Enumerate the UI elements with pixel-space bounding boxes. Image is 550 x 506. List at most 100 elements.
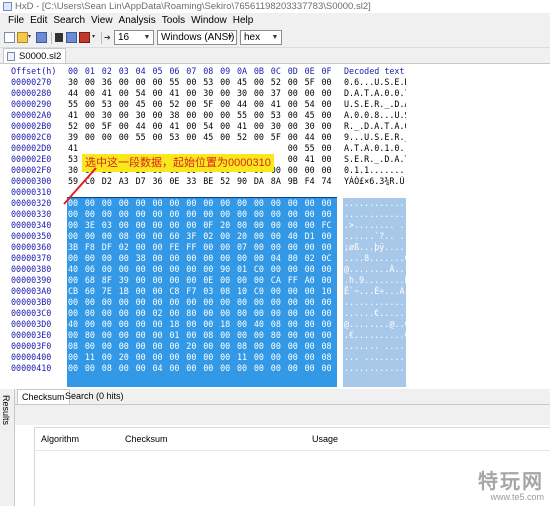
byte-cell[interactable]: 00 [186,198,201,209]
byte-cell[interactable]: 53 [203,77,218,88]
byte-cell[interactable]: 00 [254,231,269,242]
byte-cell[interactable]: 00 [288,110,303,121]
byte-cell[interactable]: 00 [68,297,83,308]
byte-cell[interactable]: 37 [271,88,286,99]
byte-cell[interactable]: 00 [169,363,184,374]
byte-cell[interactable]: 00 [85,363,100,374]
byte-cell[interactable]: 00 [322,319,337,330]
byte-cell[interactable]: 00 [102,319,117,330]
byte-cell[interactable]: 00 [153,88,168,99]
byte-cell[interactable]: 53 [169,132,184,143]
byte-cell[interactable]: 00 [169,209,184,220]
byte-cell[interactable]: A0 [305,275,320,286]
byte-cell[interactable]: 55 [136,132,151,143]
byte-cell[interactable]: 00 [322,154,337,165]
column-usage[interactable]: Usage [312,428,338,450]
byte-cell[interactable]: 00 [271,231,286,242]
byte-cell[interactable]: 00 [220,121,235,132]
byte-cell[interactable]: 00 [153,242,168,253]
byte-cell[interactable]: C8 [169,286,184,297]
byte-cell[interactable]: 00 [85,319,100,330]
byte-cell[interactable]: 00 [322,132,337,143]
byte-cell[interactable]: 00 [305,286,320,297]
byte-cell[interactable]: 00 [305,352,320,363]
byte-cell[interactable]: FF [186,242,201,253]
byte-cell[interactable]: 00 [220,110,235,121]
byte-cell[interactable]: 41 [68,143,83,154]
byte-cell[interactable]: 00 [322,99,337,110]
menu-search[interactable]: Search [50,13,88,29]
byte-cell[interactable]: 00 [305,341,320,352]
byte-cell[interactable]: 00 [254,220,269,231]
byte-cell[interactable]: 00 [153,253,168,264]
byte-cell[interactable]: 00 [254,275,269,286]
byte-cell[interactable]: 1B [119,286,134,297]
byte-cell[interactable]: FF [288,275,303,286]
byte-cell[interactable]: 00 [203,198,218,209]
byte-cell[interactable]: 00 [136,352,151,363]
byte-cell[interactable]: 00 [288,264,303,275]
byte-cell[interactable]: 00 [203,110,218,121]
byte-cell[interactable]: 00 [169,352,184,363]
byte-cell[interactable]: 00 [119,132,134,143]
byte-cell[interactable]: 00 [85,99,100,110]
byte-cell[interactable]: 00 [136,242,151,253]
decoded-text[interactable]: A.0.0.8...U.S.E. [344,110,406,121]
byte-cell[interactable]: 20 [237,231,252,242]
byte-cell[interactable]: 00 [153,77,168,88]
byte-cell[interactable]: 00 [305,88,320,99]
byte-cell[interactable]: 00 [85,209,100,220]
byte-cell[interactable]: 00 [220,88,235,99]
byte-cell[interactable]: 00 [119,99,134,110]
decoded-text[interactable]: ....... ........ [344,341,406,352]
byte-cell[interactable]: 3F [186,231,201,242]
byte-cell[interactable]: 00 [85,308,100,319]
byte-cell[interactable]: 00 [153,121,168,132]
byte-cell[interactable]: 00 [305,165,320,176]
byte-cell[interactable]: 30 [136,110,151,121]
byte-cell[interactable]: 44 [68,88,83,99]
byte-cell[interactable]: 3B [68,242,83,253]
byte-cell[interactable]: F7 [186,286,201,297]
byte-cell[interactable]: 00 [119,264,134,275]
byte-cell[interactable]: A3 [119,176,134,187]
byte-cell[interactable]: 08 [203,330,218,341]
byte-cell[interactable]: 00 [220,231,235,242]
open-folder-icon[interactable] [17,32,28,43]
byte-cell[interactable]: 08 [102,363,117,374]
byte-cell[interactable]: 00 [254,99,269,110]
menu-edit[interactable]: Edit [27,13,50,29]
decoded-text[interactable]: 0.1.1........... [344,165,406,176]
byte-cell[interactable]: 00 [305,297,320,308]
byte-cell[interactable]: 00 [169,308,184,319]
byte-cell[interactable]: 00 [305,264,320,275]
byte-cell[interactable]: 00 [136,330,151,341]
menu-help[interactable]: Help [230,13,257,29]
byte-cell[interactable]: 00 [305,209,320,220]
byte-cell[interactable]: 41 [169,121,184,132]
byte-cell[interactable]: 52 [271,77,286,88]
byte-cell[interactable]: 00 [85,231,100,242]
byte-cell[interactable]: 03 [102,220,117,231]
byte-cell[interactable]: 00 [220,198,235,209]
byte-cell[interactable]: 00 [220,297,235,308]
byte-cell[interactable]: 00 [102,308,117,319]
byte-cell[interactable]: 00 [271,264,286,275]
byte-cell[interactable]: 08 [220,286,235,297]
byte-cell[interactable]: 00 [305,330,320,341]
save-icon[interactable] [36,32,47,43]
byte-cell[interactable]: 41 [271,99,286,110]
byte-cell[interactable]: 00 [322,231,337,242]
byte-cell[interactable]: 52 [68,121,83,132]
byte-cell[interactable]: 45 [203,132,218,143]
menu-window[interactable]: Window [188,13,230,29]
byte-cell[interactable]: 55 [68,99,83,110]
byte-cell[interactable]: 00 [68,231,83,242]
byte-cell[interactable]: 54 [305,99,320,110]
byte-cell[interactable]: 74 [322,176,337,187]
byte-cell[interactable]: 00 [153,264,168,275]
split-icon[interactable] [55,33,63,42]
byte-cell[interactable]: 00 [288,198,303,209]
byte-cell[interactable]: 00 [136,220,151,231]
byte-cell[interactable]: 00 [136,363,151,374]
